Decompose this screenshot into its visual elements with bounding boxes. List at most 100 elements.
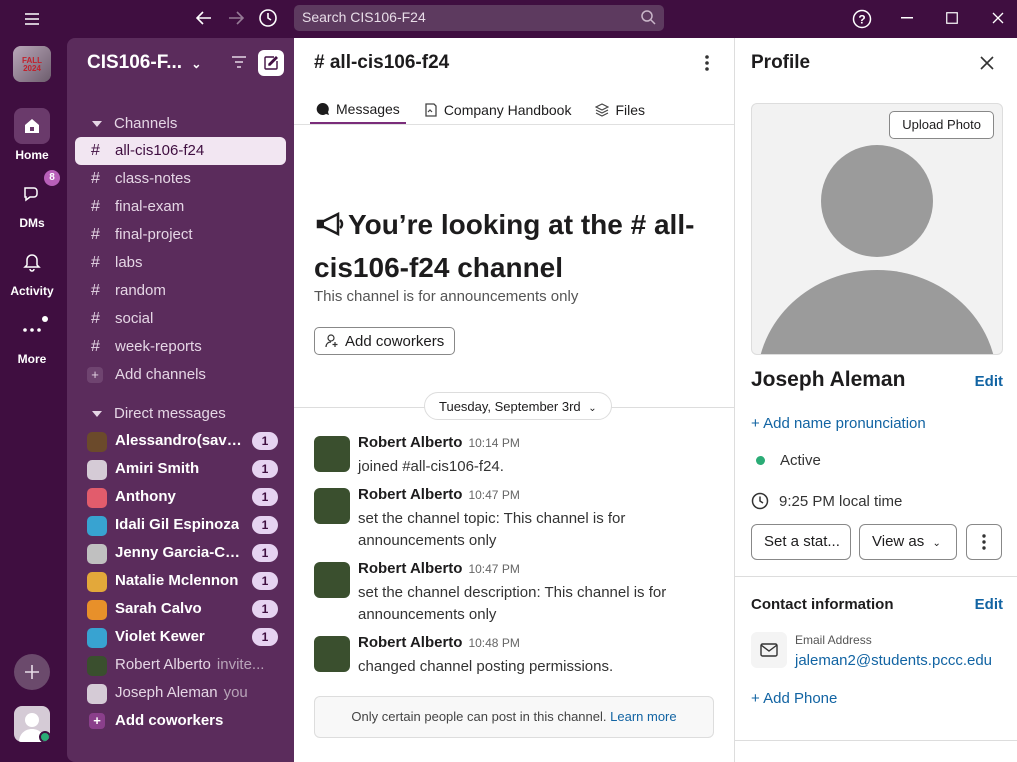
message-time[interactable]: 10:14 PM xyxy=(468,436,519,450)
history-clock-icon[interactable] xyxy=(257,7,279,29)
message-avatar[interactable] xyxy=(314,436,350,472)
message-time[interactable]: 10:47 PM xyxy=(468,562,519,576)
rail-dms[interactable]: 8 DMs xyxy=(0,170,64,230)
channel-final-exam[interactable]: # final-exam xyxy=(75,193,286,221)
tab-files[interactable]: Files xyxy=(589,96,651,124)
forward-arrow-icon[interactable] xyxy=(226,8,246,28)
profile-photo: Upload Photo xyxy=(751,103,1003,355)
edit-profile-link[interactable]: Edit xyxy=(975,373,1003,390)
message-avatar[interactable] xyxy=(314,636,350,672)
search-icon xyxy=(640,9,656,25)
channel-social[interactable]: # social xyxy=(75,305,286,333)
message-text: joined #all-cis106-f24. xyxy=(358,458,504,475)
channel-week-reports[interactable]: # week-reports xyxy=(75,333,286,361)
dm-item[interactable]: Amiri Smith 1 xyxy=(75,455,286,483)
profile-panel: Profile Upload Photo Joseph Aleman Edit … xyxy=(734,38,1017,762)
close-window-icon[interactable] xyxy=(988,9,1008,27)
more-options-button[interactable] xyxy=(966,524,1002,560)
hamburger-menu-icon[interactable] xyxy=(22,10,42,28)
add-person-icon xyxy=(325,334,338,348)
learn-more-link[interactable]: Learn more xyxy=(610,709,676,724)
dm-item[interactable]: Jenny Garcia-Cua... 1 xyxy=(75,539,286,567)
dm-item[interactable]: Robert Alberto invite... xyxy=(75,651,286,679)
rail-home[interactable]: Home xyxy=(0,108,64,162)
upload-photo-button[interactable]: Upload Photo xyxy=(889,111,994,139)
intro-title-text: You’re looking at the # all-cis106-f24 c… xyxy=(314,209,695,283)
message-author[interactable]: Robert Alberto xyxy=(358,634,462,651)
tab-label: Company Handbook xyxy=(443,102,572,118)
search-input[interactable]: Search CIS106-F24 xyxy=(294,5,664,31)
hash-icon: # xyxy=(91,254,100,271)
unread-badge: 1 xyxy=(252,600,278,618)
add-coworkers-channel-button[interactable]: Add coworkers xyxy=(314,327,456,355)
dm-item[interactable]: Alessandro(savill... 1 xyxy=(75,427,286,455)
channels-section-header[interactable]: Channels xyxy=(87,115,177,132)
dm-section-header[interactable]: Direct messages xyxy=(87,405,226,422)
status-text: Active xyxy=(780,452,821,469)
message-bubble-icon xyxy=(316,102,329,115)
dm-item[interactable]: Sarah Calvo 1 xyxy=(75,595,286,623)
user-avatar[interactable] xyxy=(14,706,50,742)
caret-down-icon xyxy=(92,120,102,127)
dm-item[interactable]: Natalie Mclennon 1 xyxy=(75,567,286,595)
channel-label: social xyxy=(115,310,154,327)
workspace-logo[interactable]: FALL 2024 xyxy=(13,46,51,82)
status-row: Active xyxy=(751,452,821,469)
filter-icon[interactable] xyxy=(231,55,247,74)
rail-more[interactable]: More xyxy=(0,312,64,366)
date-jump-pill[interactable]: Tuesday, September 3rd ⌄ xyxy=(424,392,612,420)
dm-item[interactable]: Violet Kewer 1 xyxy=(75,623,286,651)
create-new-button[interactable] xyxy=(14,654,50,690)
message-author[interactable]: Robert Alberto xyxy=(358,560,462,577)
rail-activity[interactable]: Activity xyxy=(0,244,64,298)
profile-name: Joseph Aleman xyxy=(751,368,906,391)
close-icon[interactable] xyxy=(979,55,995,76)
compose-icon xyxy=(264,56,278,70)
message-author[interactable]: Robert Alberto xyxy=(358,486,462,503)
caret-down-icon xyxy=(92,410,102,417)
edit-contact-link[interactable]: Edit xyxy=(975,596,1003,613)
back-arrow-icon[interactable] xyxy=(194,8,214,28)
unread-badge: 1 xyxy=(252,460,278,478)
tab-company-handbook[interactable]: Company Handbook xyxy=(418,96,578,124)
tab-messages[interactable]: Messages xyxy=(310,96,406,124)
dm-item[interactable]: Joseph Aleman you xyxy=(75,679,286,707)
compose-button[interactable] xyxy=(258,50,284,76)
dm-avatar xyxy=(87,516,107,536)
dm-item[interactable]: Anthony 1 xyxy=(75,483,286,511)
add-channels-button[interactable]: + Add channels xyxy=(75,361,286,389)
channels-header-label: Channels xyxy=(114,115,178,132)
maximize-icon[interactable] xyxy=(942,9,962,27)
workspace-name[interactable]: CIS106-F... ⌄ xyxy=(87,52,201,74)
minimize-icon[interactable] xyxy=(897,10,917,26)
help-icon[interactable]: ? xyxy=(851,8,873,30)
set-status-button[interactable]: Set a stat... xyxy=(751,524,851,560)
channel-random[interactable]: # random xyxy=(75,277,286,305)
message-time[interactable]: 10:47 PM xyxy=(468,488,519,502)
date-pill-label: Tuesday, September 3rd xyxy=(439,399,581,414)
channel-title[interactable]: # all-cis106-f24 xyxy=(314,52,449,74)
channel-sidebar: CIS106-F... ⌄ Channels # all-cis106-f24 #… xyxy=(67,38,294,762)
channel-class-notes[interactable]: # class-notes xyxy=(75,165,286,193)
message-author[interactable]: Robert Alberto xyxy=(358,434,462,451)
channel-labs[interactable]: # labs xyxy=(75,249,286,277)
message-avatar[interactable] xyxy=(314,562,350,598)
email-link[interactable]: jaleman2@students.pccc.edu xyxy=(795,652,992,669)
dm-suffix: invite... xyxy=(216,656,265,673)
add-phone-link[interactable]: + Add Phone xyxy=(751,690,837,707)
channel-intro-title: You’re looking at the # all-cis106-f24 c… xyxy=(314,204,714,288)
view-as-button[interactable]: View as ⌄ xyxy=(859,524,957,560)
dm-item[interactable]: Idali Gil Espinoza 1 xyxy=(75,511,286,539)
channel-label: random xyxy=(115,282,166,299)
add-coworkers-button[interactable]: + Add coworkers xyxy=(75,707,286,735)
kebab-menu-icon[interactable] xyxy=(704,54,710,77)
add-pronunciation-link[interactable]: + Add name pronunciation xyxy=(751,415,926,432)
plus-icon: + xyxy=(89,713,105,729)
dm-name: Sarah Calvo xyxy=(115,600,202,617)
message-avatar[interactable] xyxy=(314,488,350,524)
files-layers-icon xyxy=(595,103,610,117)
channel-all-cis106-f24[interactable]: # all-cis106-f24 xyxy=(75,137,286,165)
channel-final-project[interactable]: # final-project xyxy=(75,221,286,249)
header-divider xyxy=(294,124,734,125)
message-time[interactable]: 10:48 PM xyxy=(468,636,519,650)
